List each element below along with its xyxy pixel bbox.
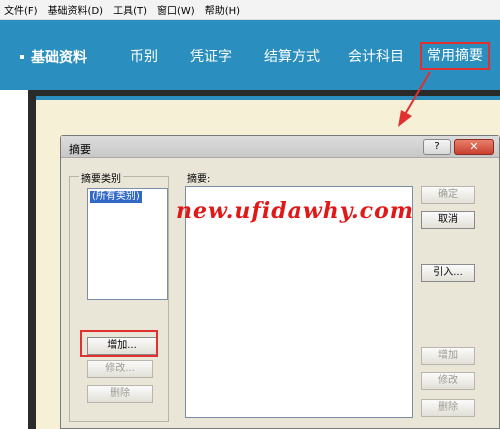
- ok-button[interactable]: 确定: [421, 186, 475, 204]
- cancel-button[interactable]: 取消: [421, 211, 475, 229]
- summary-delete-button[interactable]: 删除: [421, 399, 475, 417]
- summary-label: 摘要:: [185, 170, 213, 185]
- category-listbox[interactable]: (所有类别): [87, 188, 168, 300]
- category-delete-button[interactable]: 删除: [87, 385, 153, 403]
- summary-modify-button[interactable]: 修改: [421, 372, 475, 390]
- category-list-item[interactable]: (所有类别): [90, 191, 142, 203]
- watermark: new.ufidawhy.com: [176, 198, 415, 224]
- category-modify-button[interactable]: 修改...: [87, 360, 153, 378]
- category-group-label: 摘要类别: [79, 170, 123, 185]
- help-button[interactable]: ?: [423, 139, 451, 155]
- dialog-title: 摘要: [69, 143, 91, 156]
- summary-dialog: 摘要 ? ✕ 摘要类别 (所有类别) 增加... 修改... 删除 摘要: 确定…: [60, 135, 500, 429]
- add-button-highlight: [80, 330, 158, 357]
- close-button[interactable]: ✕: [454, 139, 494, 155]
- import-button[interactable]: 引入...: [421, 264, 475, 282]
- summary-add-button[interactable]: 增加: [421, 347, 475, 365]
- dialog-title-bar[interactable]: 摘要 ? ✕: [61, 136, 499, 158]
